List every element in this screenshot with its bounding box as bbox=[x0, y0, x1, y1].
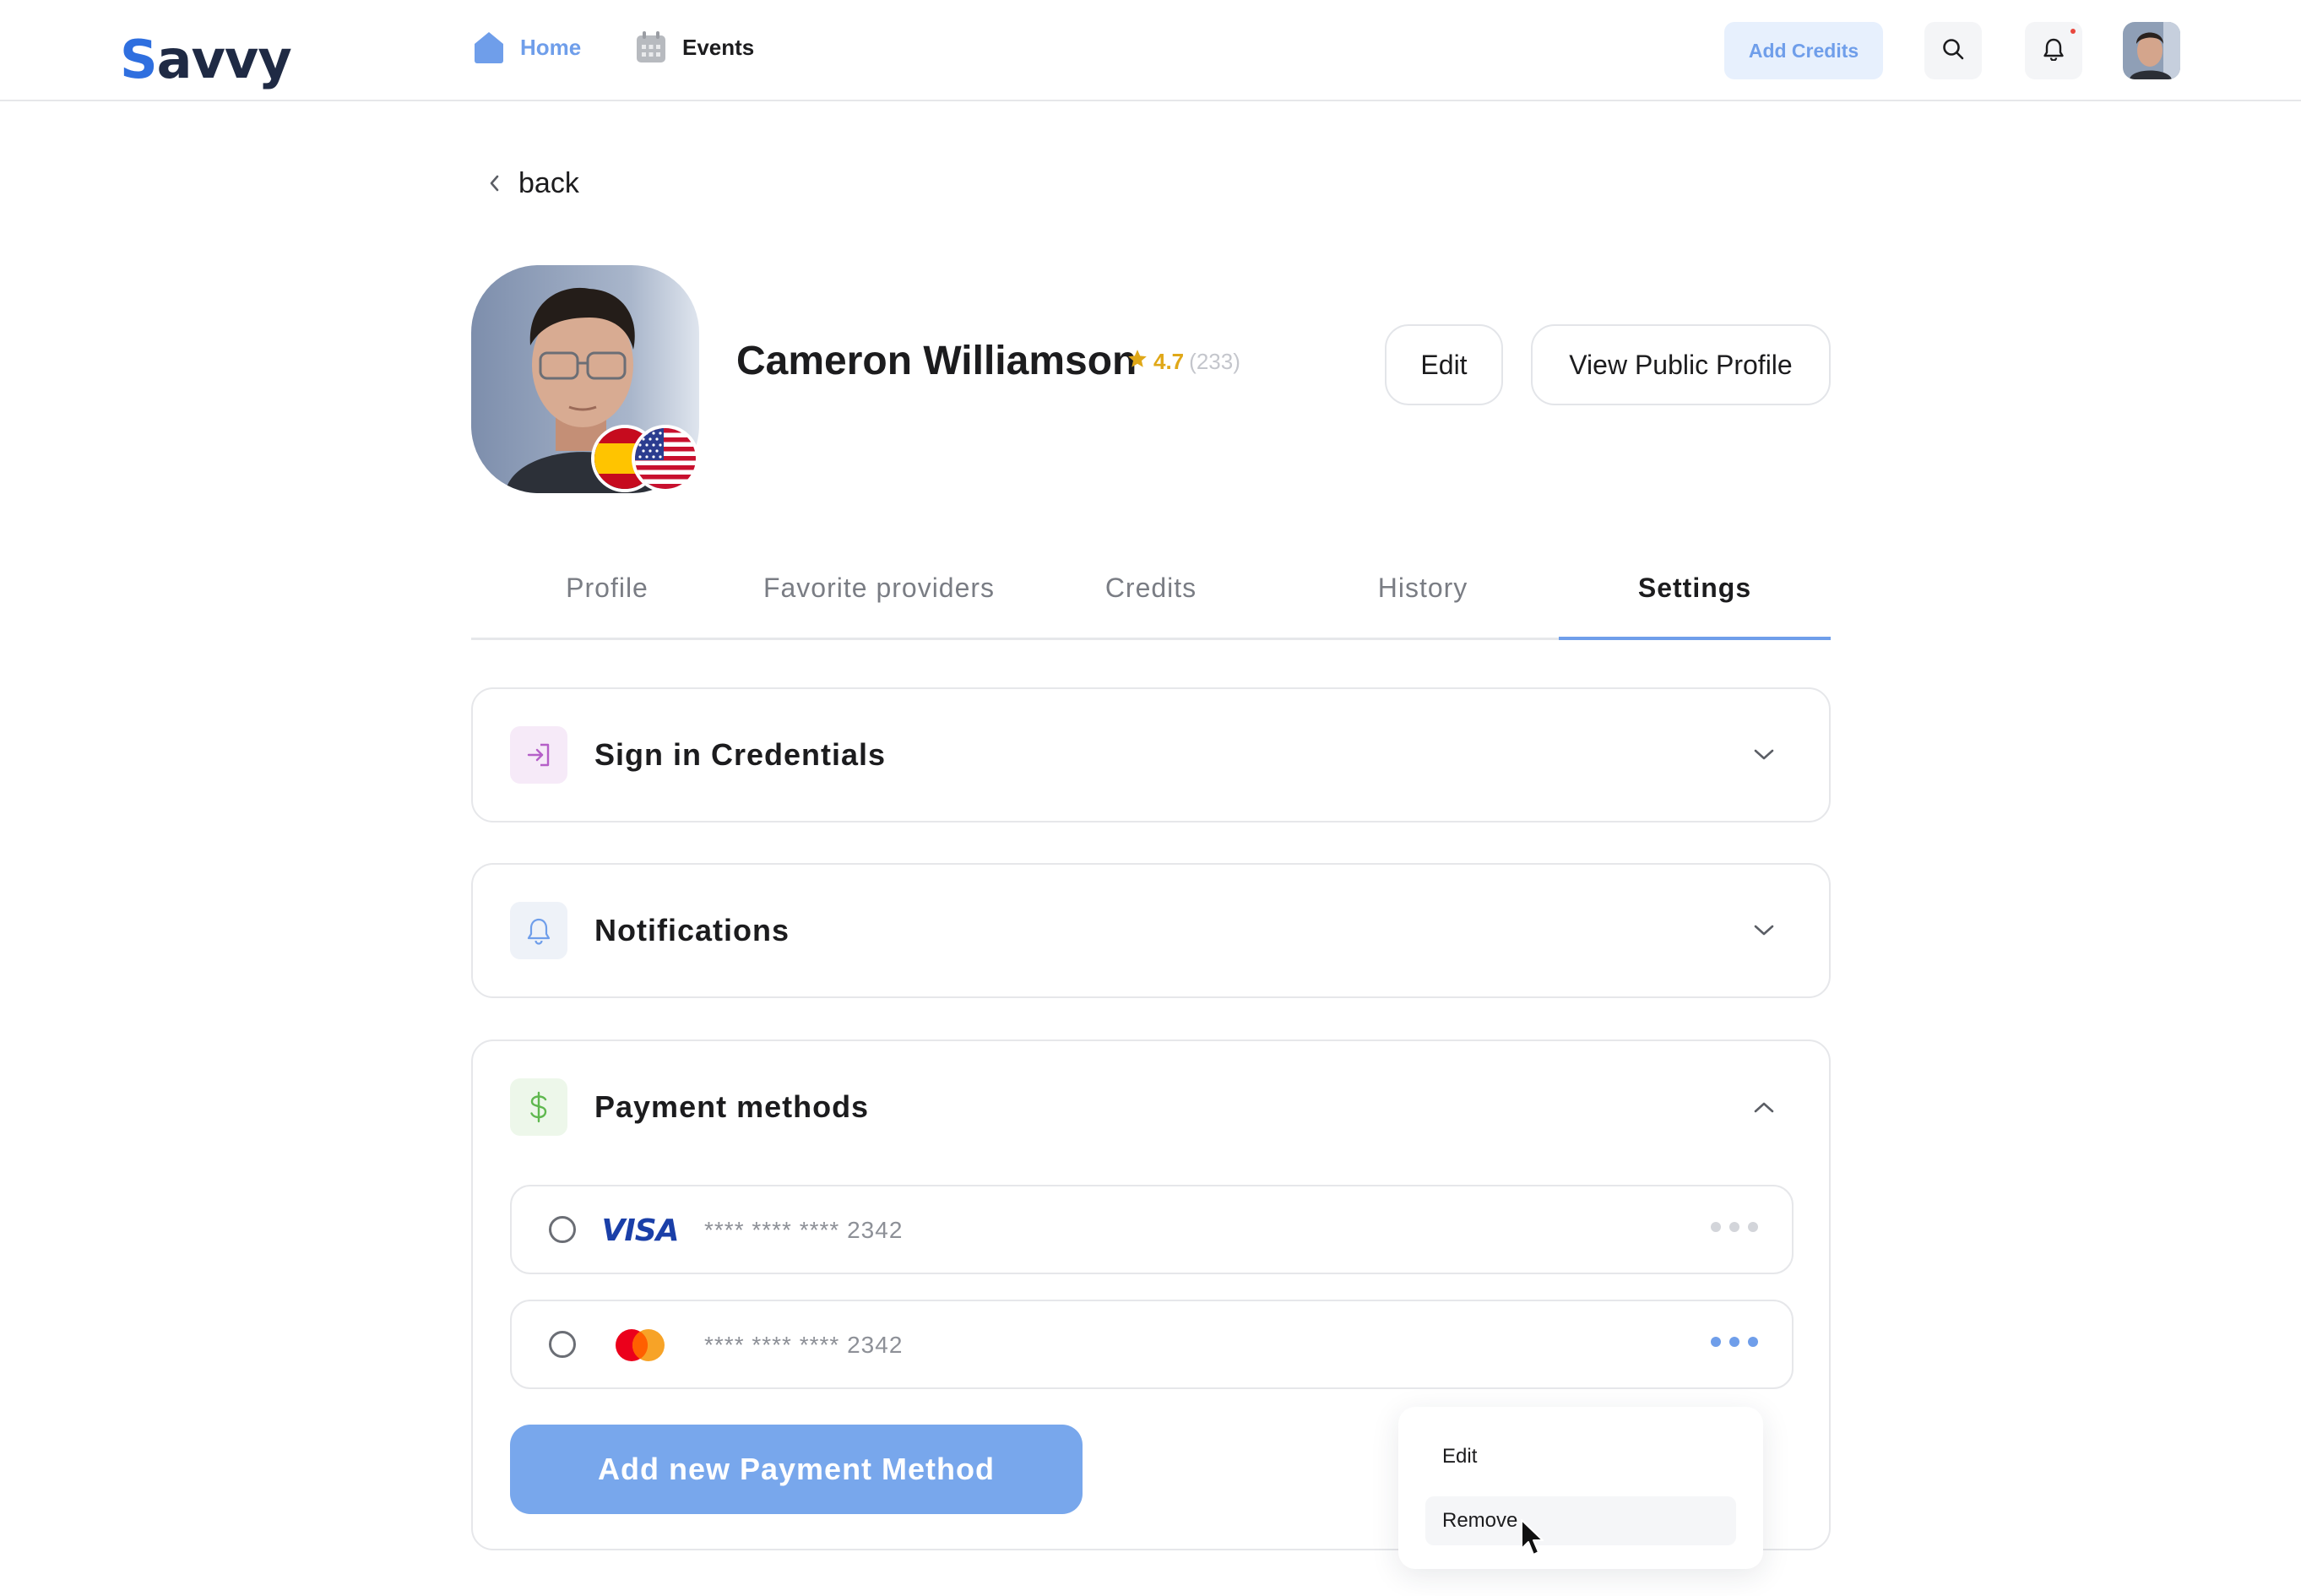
tab-profile[interactable]: Profile bbox=[471, 557, 743, 638]
tab-history[interactable]: History bbox=[1287, 557, 1559, 638]
calendar-icon bbox=[635, 30, 667, 64]
card-brand: VISA bbox=[601, 1213, 679, 1248]
section-title: Notifications bbox=[594, 913, 790, 947]
more-options-icon[interactable] bbox=[1711, 1222, 1758, 1232]
chevron-left-icon bbox=[488, 167, 500, 200]
bell-icon bbox=[2043, 37, 2065, 65]
dollar-icon bbox=[510, 1078, 567, 1136]
chevron-down-icon[interactable] bbox=[1753, 748, 1775, 766]
notifications-button[interactable] bbox=[2025, 22, 2082, 79]
logo-letter: S bbox=[120, 29, 158, 90]
savvy-logo[interactable]: Savvy bbox=[120, 29, 292, 90]
logo-text: avvy bbox=[156, 29, 292, 90]
rating-value: 4.7 bbox=[1153, 349, 1185, 374]
profile-tabs: Profile Favorite providers Credits Histo… bbox=[471, 557, 1831, 640]
menu-item-edit[interactable]: Edit bbox=[1425, 1432, 1736, 1481]
nav-home[interactable]: Home bbox=[473, 30, 581, 64]
section-header[interactable]: Payment methods bbox=[510, 1078, 869, 1136]
usa-flag-icon bbox=[632, 425, 699, 492]
rating-count: (233) bbox=[1189, 349, 1240, 374]
bell-icon bbox=[510, 902, 567, 959]
top-navigation: Savvy Home Events Add Credits bbox=[0, 0, 2301, 101]
back-label: back bbox=[518, 167, 579, 199]
search-button[interactable] bbox=[1924, 22, 1982, 79]
section-header: Sign in Credentials bbox=[510, 726, 886, 784]
star-icon bbox=[1126, 348, 1148, 376]
edit-profile-button[interactable]: Edit bbox=[1385, 324, 1503, 405]
menu-item-remove[interactable]: Remove bbox=[1425, 1496, 1736, 1545]
section-title: Sign in Credentials bbox=[594, 737, 887, 772]
home-icon bbox=[473, 30, 505, 64]
section-header: Notifications bbox=[510, 902, 790, 959]
notification-dot bbox=[2070, 29, 2076, 34]
nav-events[interactable]: Events bbox=[635, 30, 754, 64]
add-credits-button[interactable]: Add Credits bbox=[1724, 22, 1883, 79]
payment-method-mastercard[interactable]: **** **** **** 2342 bbox=[510, 1300, 1794, 1389]
tab-credits[interactable]: Credits bbox=[1015, 557, 1287, 638]
chevron-down-icon[interactable] bbox=[1753, 924, 1775, 942]
user-avatar[interactable] bbox=[2123, 22, 2180, 79]
more-options-icon[interactable] bbox=[1711, 1337, 1758, 1347]
visa-logo-icon: VISA bbox=[601, 1210, 679, 1251]
back-link[interactable]: back bbox=[488, 167, 579, 200]
payment-method-radio[interactable] bbox=[549, 1331, 576, 1358]
card-masked-number: **** **** **** 2342 bbox=[704, 1332, 904, 1358]
card-masked-number: **** **** **** 2342 bbox=[704, 1217, 904, 1243]
profile-name: Cameron Williamson bbox=[736, 339, 1137, 383]
tab-favorite-providers[interactable]: Favorite providers bbox=[743, 557, 1015, 638]
mastercard-logo-icon bbox=[606, 1325, 674, 1365]
payment-method-radio[interactable] bbox=[549, 1216, 576, 1243]
sign-in-icon bbox=[510, 726, 567, 784]
search-icon bbox=[1941, 37, 1965, 65]
payment-method-visa[interactable]: VISA **** **** **** 2342 bbox=[510, 1185, 1794, 1274]
nav-events-label: Events bbox=[682, 34, 755, 60]
tab-settings[interactable]: Settings bbox=[1559, 557, 1831, 640]
section-title: Payment methods bbox=[594, 1089, 870, 1124]
add-payment-method-button[interactable]: Add new Payment Method bbox=[510, 1425, 1083, 1514]
chevron-up-icon[interactable] bbox=[1753, 1100, 1775, 1118]
mouse-cursor-icon bbox=[1520, 1518, 1545, 1561]
profile-rating: 4.7 (233) bbox=[1126, 348, 1240, 376]
payment-method-context-menu: Edit Remove bbox=[1398, 1407, 1763, 1569]
notifications-section[interactable]: Notifications bbox=[471, 863, 1831, 998]
nav-home-label: Home bbox=[520, 34, 582, 60]
view-public-profile-button[interactable]: View Public Profile bbox=[1531, 324, 1831, 405]
sign-in-credentials-section[interactable]: Sign in Credentials bbox=[471, 687, 1831, 822]
